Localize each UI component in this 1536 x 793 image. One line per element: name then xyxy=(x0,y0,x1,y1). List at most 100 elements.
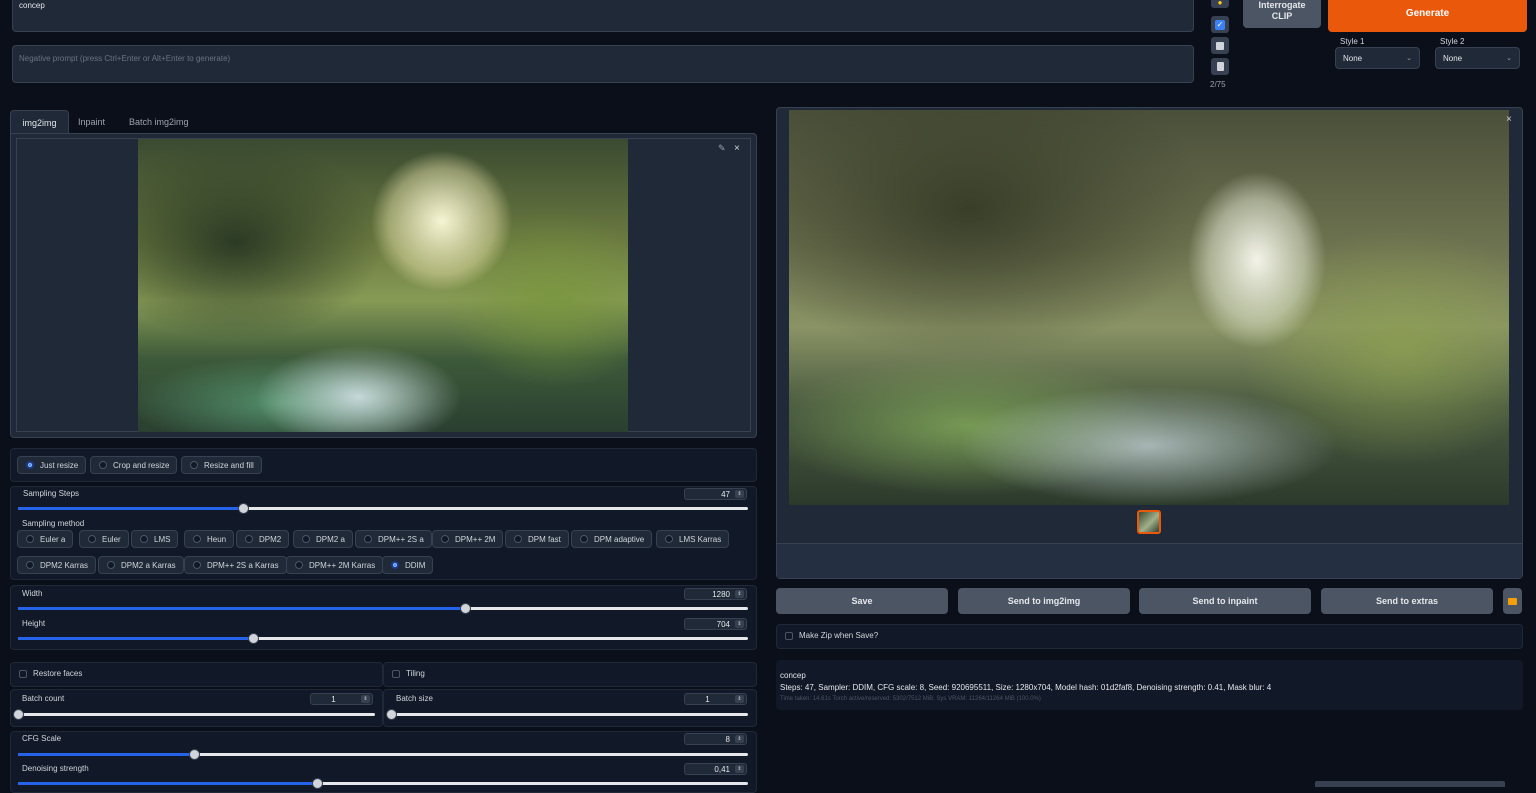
close-icon[interactable]: × xyxy=(734,143,740,154)
send-to-img2img-button[interactable]: Send to img2img xyxy=(958,588,1130,614)
restore-faces-checkbox[interactable]: Restore faces xyxy=(19,669,82,678)
slider-fill xyxy=(18,782,318,785)
sampler-dpm-2m[interactable]: DPM++ 2M xyxy=(432,530,504,548)
sampling-steps-slider[interactable] xyxy=(18,503,748,514)
resize-mode-just-resize[interactable]: Just resize xyxy=(17,456,87,474)
resize-mode-label: Resize and fill xyxy=(204,460,254,470)
negative-prompt-input[interactable]: Negative prompt (press Ctrl+Enter or Alt… xyxy=(12,45,1194,83)
style2-value: None xyxy=(1443,53,1463,63)
spinner-icon[interactable]: ⇕ xyxy=(735,490,744,498)
radio-dot xyxy=(391,561,399,569)
spinner-icon[interactable]: ⇕ xyxy=(735,590,744,598)
close-icon[interactable]: × xyxy=(1506,114,1512,125)
style2-select[interactable]: None ⌄ xyxy=(1435,47,1520,69)
sampler-dpm-2s-a-karras[interactable]: DPM++ 2S a Karras xyxy=(184,556,287,574)
tab-inpaint[interactable]: Inpaint xyxy=(68,110,115,133)
sampler-label: Euler a xyxy=(40,534,66,544)
sampler-dpm2[interactable]: DPM2 xyxy=(236,530,290,548)
sampler-label: DPM++ 2M Karras xyxy=(309,560,376,570)
generate-button[interactable]: Generate xyxy=(1328,0,1527,32)
spinner-icon[interactable]: ⇕ xyxy=(361,695,370,703)
radio-dot xyxy=(295,561,303,569)
height-slider[interactable] xyxy=(18,633,748,644)
sampler-label: Euler xyxy=(102,534,121,544)
height-input[interactable]: 704 ⇕ xyxy=(684,618,747,630)
sampler-dpm2-a[interactable]: DPM2 a xyxy=(293,530,353,548)
prompt-text: concep xyxy=(19,1,45,10)
batch-count-slider[interactable] xyxy=(13,709,375,720)
width-slider[interactable] xyxy=(18,603,748,614)
sampler-lms-karras[interactable]: LMS Karras xyxy=(656,530,730,548)
batch-size-input[interactable]: 1 ⇕ xyxy=(684,693,747,705)
radio-dot xyxy=(580,535,588,543)
spinner-icon[interactable]: ⇕ xyxy=(735,620,744,628)
paint-button[interactable]: ● xyxy=(1211,0,1229,8)
sampler-dpm-fast[interactable]: DPM fast xyxy=(505,530,569,548)
save-button[interactable]: Save xyxy=(776,588,948,614)
sampler-dpm-2m-karras[interactable]: DPM++ 2M Karras xyxy=(286,556,384,574)
chevron-down-icon: ⌄ xyxy=(1506,55,1512,62)
sampler-dpm-2s-a[interactable]: DPM++ 2S a xyxy=(355,530,432,548)
radio-dot xyxy=(26,561,34,569)
tab-batch-img2img[interactable]: Batch img2img xyxy=(119,110,199,133)
slider-thumb[interactable] xyxy=(386,709,397,720)
resize-mode-label: Just resize xyxy=(40,460,79,470)
cfg-scale-input[interactable]: 8 ⇕ xyxy=(684,733,747,745)
resize-mode-crop-and-resize[interactable]: Crop and resize xyxy=(90,456,178,474)
sampler-heun[interactable]: Heun xyxy=(184,530,235,548)
trash-button[interactable] xyxy=(1211,37,1229,54)
sampler-dpm2-karras[interactable]: DPM2 Karras xyxy=(17,556,97,574)
prompt-input[interactable]: concep xyxy=(12,0,1194,32)
checkbox-box xyxy=(392,669,400,678)
radio-dot xyxy=(441,535,449,543)
sampling-steps-input[interactable]: 47 ⇕ xyxy=(684,488,747,500)
sampler-dpm2-a-karras[interactable]: DPM2 a Karras xyxy=(98,556,184,574)
output-thumbnail[interactable] xyxy=(1137,510,1161,534)
send-to-inpaint-button[interactable]: Send to inpaint xyxy=(1139,588,1311,614)
sampler-dpm-adaptive[interactable]: DPM adaptive xyxy=(571,530,653,548)
check-button[interactable]: ✓ xyxy=(1211,16,1229,33)
output-image[interactable] xyxy=(789,110,1509,505)
sampler-label: DPM2 a xyxy=(316,534,345,544)
width-input[interactable]: 1280 ⇕ xyxy=(684,588,747,600)
slider-thumb[interactable] xyxy=(13,709,24,720)
make-zip-checkbox[interactable]: Make Zip when Save? xyxy=(785,631,878,640)
sampler-label: Heun xyxy=(207,534,227,544)
input-image xyxy=(138,139,628,432)
spinner-icon[interactable]: ⇕ xyxy=(735,735,744,743)
sampling-method-label: Sampling method xyxy=(22,519,85,528)
batch-size-label: Batch size xyxy=(396,694,433,703)
pencil-icon[interactable]: ✎ xyxy=(718,143,726,154)
spinner-icon[interactable]: ⇕ xyxy=(735,765,744,773)
spinner-icon[interactable]: ⇕ xyxy=(735,695,744,703)
batch-size-slider[interactable] xyxy=(386,709,748,720)
clipboard-button[interactable] xyxy=(1211,58,1229,75)
tab-img2img[interactable]: img2img xyxy=(10,110,69,134)
restore-faces-label: Restore faces xyxy=(33,669,83,678)
sampler-label: DPM2 a Karras xyxy=(121,560,176,570)
open-folder-button[interactable] xyxy=(1503,588,1522,614)
sampler-lms[interactable]: LMS xyxy=(131,530,179,548)
sampler-euler[interactable]: Euler xyxy=(79,530,129,548)
radio-dot xyxy=(193,561,201,569)
resize-mode-resize-and-fill[interactable]: Resize and fill xyxy=(181,456,262,474)
sampler-euler-a[interactable]: Euler a xyxy=(17,530,74,548)
send-to-extras-button[interactable]: Send to extras xyxy=(1321,588,1493,614)
tiling-checkbox[interactable]: Tiling xyxy=(392,669,425,678)
cfg-scale-label: CFG Scale xyxy=(22,734,62,743)
height-label: Height xyxy=(22,619,46,628)
make-zip-label: Make Zip when Save? xyxy=(799,631,879,640)
paint-icon: ● xyxy=(1217,0,1223,7)
checkbox-box xyxy=(785,631,793,640)
interrogate-clip-button[interactable]: Interrogate CLIP xyxy=(1243,0,1321,28)
sampler-ddim[interactable]: DDIM xyxy=(382,556,434,574)
denoising-strength-slider[interactable] xyxy=(18,778,748,789)
batch-count-input[interactable]: 1 ⇕ xyxy=(310,693,373,705)
style1-select[interactable]: None ⌄ xyxy=(1335,47,1420,69)
sampler-label: DPM++ 2M xyxy=(455,534,496,544)
denoising-strength-input[interactable]: 0,41 ⇕ xyxy=(684,763,747,775)
make-zip-panel xyxy=(776,624,1523,649)
trash-icon xyxy=(1216,41,1224,50)
gallery-footer xyxy=(777,543,1522,578)
cfg-scale-slider[interactable] xyxy=(18,749,748,760)
